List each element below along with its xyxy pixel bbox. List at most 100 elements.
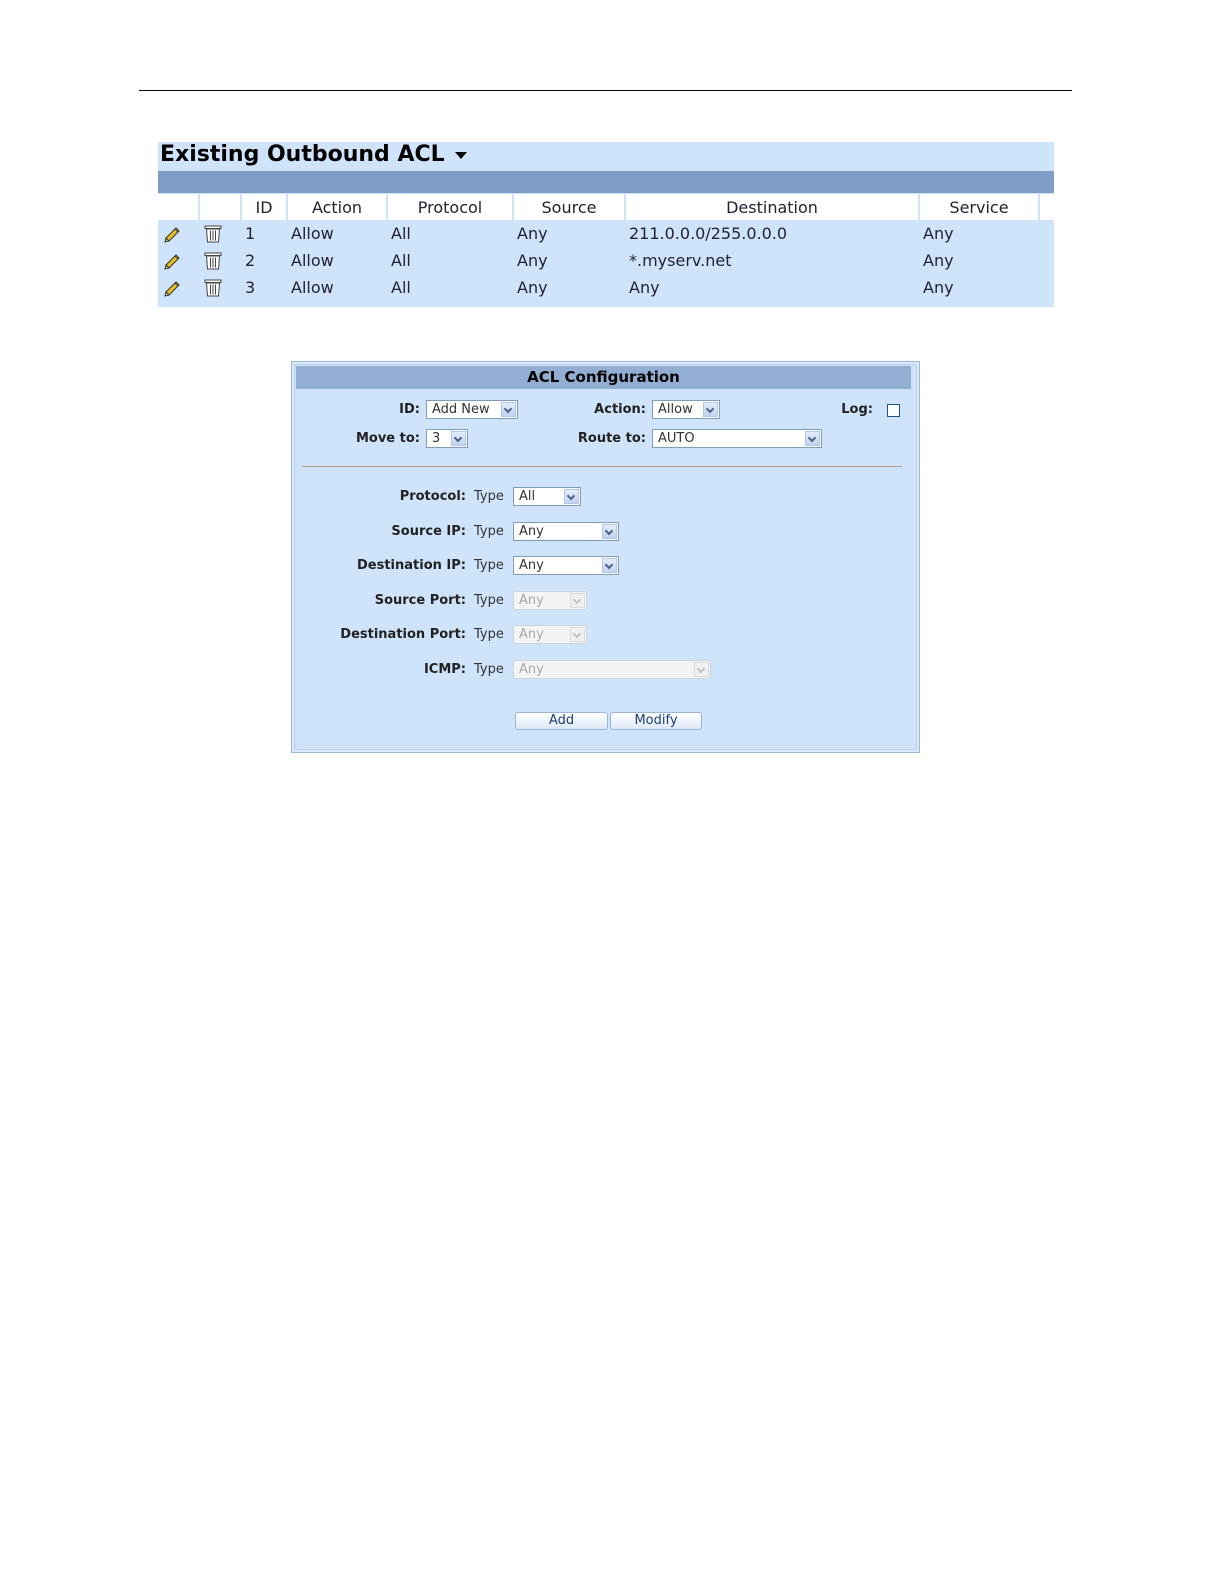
chevron-down-icon xyxy=(694,662,709,677)
cell-source: Any xyxy=(517,251,548,270)
source-ip-label: Source IP: xyxy=(391,524,466,539)
route-to-label: Route to: xyxy=(577,431,646,446)
source-port-select-value: Any xyxy=(519,593,544,608)
col-header-edit xyxy=(158,194,200,220)
protocol-type-label: Type xyxy=(474,489,504,504)
delete-cell xyxy=(199,274,241,301)
protocol-label: Protocol: xyxy=(399,489,466,504)
action-label: Action: xyxy=(594,402,646,417)
destination-port-label: Destination Port: xyxy=(340,627,466,642)
destination-ip-select[interactable]: Any xyxy=(513,556,619,575)
chevron-down-icon xyxy=(602,558,617,573)
outbound-acl-title-text: Existing Outbound ACL xyxy=(160,142,445,167)
destination-ip-type-label: Type xyxy=(474,558,504,573)
cell-destination: Any xyxy=(629,278,660,297)
trash-icon[interactable] xyxy=(203,278,223,298)
log-checkbox[interactable] xyxy=(887,404,900,417)
add-button[interactable]: Add xyxy=(515,712,608,730)
outbound-acl-table: ID Action Protocol Source Destination Se… xyxy=(158,194,1054,301)
chevron-down-icon xyxy=(501,402,516,417)
col-header-id: ID xyxy=(241,194,288,220)
cell-action: Allow xyxy=(291,224,334,243)
source-ip-select[interactable]: Any xyxy=(513,522,619,541)
cell-action: Allow xyxy=(291,278,334,297)
outbound-acl-header-band xyxy=(158,171,1054,193)
cell-service: Any xyxy=(923,278,954,297)
chevron-down-icon xyxy=(570,627,585,642)
cell-id: 2 xyxy=(245,251,256,270)
col-header-service: Service xyxy=(919,194,1040,220)
cell-protocol: All xyxy=(391,278,411,297)
chevron-down-icon xyxy=(805,431,820,446)
cell-destination: *.myserv.net xyxy=(629,251,732,270)
id-select-value: Add New xyxy=(432,402,490,417)
cell-id: 3 xyxy=(245,278,256,297)
move-to-label: Move to: xyxy=(355,431,420,446)
action-select[interactable]: Allow xyxy=(652,400,720,419)
col-header-pad xyxy=(1039,194,1054,220)
log-label: Log: xyxy=(841,402,873,417)
chevron-down-icon xyxy=(602,524,617,539)
acl-config-panel: ACL Configuration ID: Add New Action: Al… xyxy=(291,361,920,753)
protocol-select[interactable]: All xyxy=(513,487,581,506)
col-header-action: Action xyxy=(287,194,388,220)
icmp-select[interactable]: Any xyxy=(513,660,711,679)
cell-destination: 211.0.0.0/255.0.0.0 xyxy=(629,224,788,243)
modify-button[interactable]: Modify xyxy=(610,712,702,730)
trash-icon[interactable] xyxy=(203,251,223,271)
chevron-down-icon xyxy=(564,489,579,504)
chevron-down-icon xyxy=(451,431,466,446)
chevron-down-icon[interactable] xyxy=(454,151,467,159)
table-header-row: ID Action Protocol Source Destination Se… xyxy=(158,194,1054,220)
edit-cell xyxy=(158,247,199,274)
cell-pad xyxy=(1039,220,1054,247)
destination-port-type-label: Type xyxy=(474,627,504,642)
cell-action: Allow xyxy=(291,251,334,270)
pencil-icon[interactable] xyxy=(162,251,182,271)
table-row: 1 Allow All Any 211.0.0.0/255.0.0.0 Any xyxy=(158,220,1054,247)
acl-config-title: ACL Configuration xyxy=(296,366,911,389)
pencil-icon[interactable] xyxy=(162,278,182,298)
table-row: 3 Allow All Any Any Any xyxy=(158,274,1054,301)
source-ip-type-label: Type xyxy=(474,524,504,539)
source-port-label: Source Port: xyxy=(374,593,466,608)
id-label: ID: xyxy=(399,402,420,417)
move-to-select[interactable]: 3 xyxy=(426,429,468,448)
source-port-type-label: Type xyxy=(474,593,504,608)
cell-pad xyxy=(1039,247,1054,274)
cell-service: Any xyxy=(923,251,954,270)
col-header-protocol: Protocol xyxy=(387,194,514,220)
icmp-type-label: Type xyxy=(474,662,504,677)
col-header-source: Source xyxy=(513,194,626,220)
destination-port-select-value: Any xyxy=(519,627,544,642)
table-row: 2 Allow All Any *.myserv.net Any xyxy=(158,247,1054,274)
source-port-select[interactable]: Any xyxy=(513,591,587,610)
cell-protocol: All xyxy=(391,251,411,270)
source-ip-select-value: Any xyxy=(519,524,544,539)
cell-id: 1 xyxy=(245,224,256,243)
move-to-select-value: 3 xyxy=(432,431,441,446)
destination-ip-select-value: Any xyxy=(519,558,544,573)
destination-port-select[interactable]: Any xyxy=(513,625,587,644)
col-header-delete xyxy=(199,194,242,220)
delete-cell xyxy=(199,247,241,274)
icmp-label: ICMP: xyxy=(423,662,466,677)
outbound-acl-title[interactable]: Existing Outbound ACL xyxy=(160,142,467,170)
section-divider xyxy=(302,466,902,467)
destination-ip-label: Destination IP: xyxy=(357,558,466,573)
cell-protocol: All xyxy=(391,224,411,243)
id-select[interactable]: Add New xyxy=(426,400,518,419)
delete-cell xyxy=(199,220,241,247)
chevron-down-icon xyxy=(703,402,718,417)
trash-icon[interactable] xyxy=(203,224,223,244)
route-to-select[interactable]: AUTO xyxy=(652,429,822,448)
cell-source: Any xyxy=(517,224,548,243)
protocol-select-value: All xyxy=(519,489,536,504)
cell-pad xyxy=(1039,274,1054,301)
edit-cell xyxy=(158,220,199,247)
pencil-icon[interactable] xyxy=(162,224,182,244)
cell-source: Any xyxy=(517,278,548,297)
page-top-rule xyxy=(139,90,1072,91)
chevron-down-icon xyxy=(570,593,585,608)
route-to-select-value: AUTO xyxy=(658,431,695,446)
